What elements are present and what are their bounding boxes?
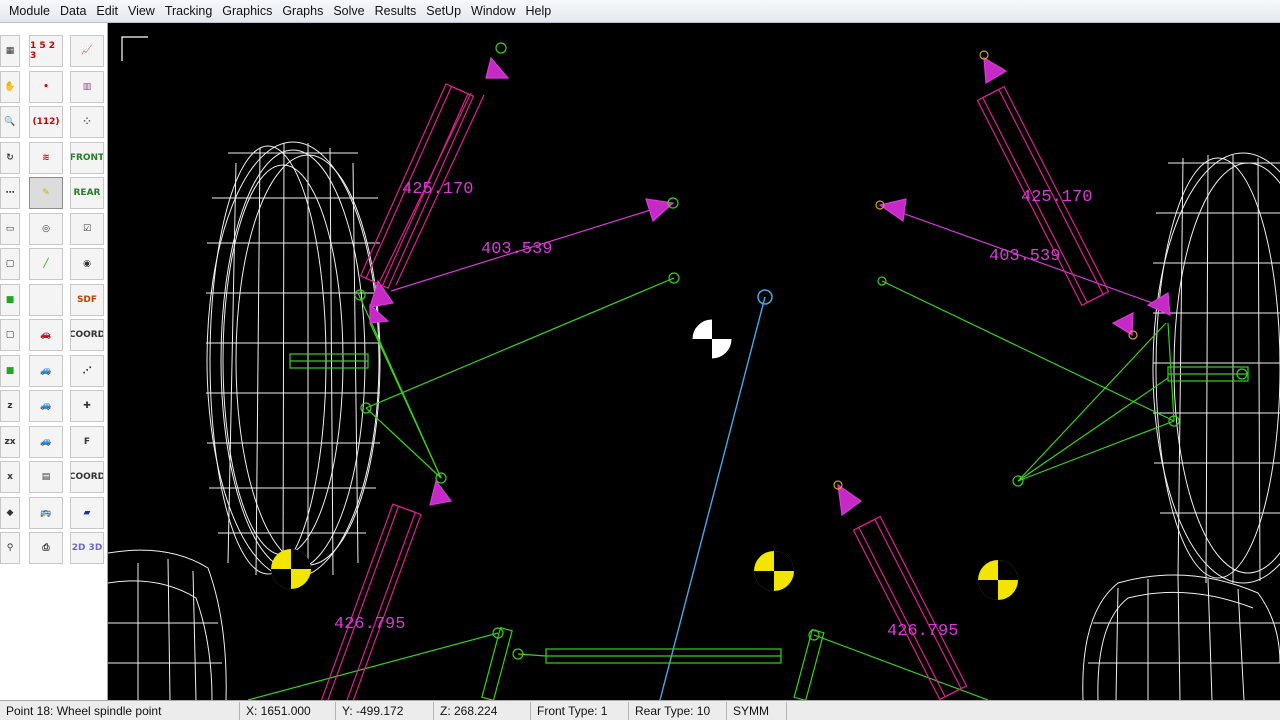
rear-suspension-links[interactable] xyxy=(247,626,989,700)
menu-tracking[interactable]: Tracking xyxy=(160,0,217,23)
left-rear-damper[interactable] xyxy=(320,503,422,700)
cg-marker-left-icon[interactable] xyxy=(271,549,311,589)
right-control-arms[interactable] xyxy=(877,276,1249,487)
film-icon[interactable]: ▤ xyxy=(29,461,63,493)
menu-data[interactable]: Data xyxy=(55,0,91,23)
right-rear-damper[interactable] xyxy=(852,515,968,700)
menu-help[interactable]: Help xyxy=(521,0,557,23)
2d-3d-icon[interactable]: 2D 3D xyxy=(70,532,104,564)
pencil-icon[interactable]: ✎ xyxy=(29,177,63,209)
x-axis-icon[interactable]: x xyxy=(0,461,20,493)
suspension-wireframe-view[interactable]: 425.170 403.539 425.170 403.539 426.795 … xyxy=(108,23,1280,700)
dimension-label-right-spring: 425.170 xyxy=(1021,188,1092,207)
cg-marker-center-icon[interactable] xyxy=(754,551,794,591)
vehicle-front-icon[interactable]: 🚌 xyxy=(29,496,63,529)
menu-edit[interactable]: Edit xyxy=(91,0,123,23)
checklist-icon[interactable]: ☑ xyxy=(70,212,104,245)
left-front-tire-wireframe xyxy=(206,141,381,579)
right-rear-tire-wireframe xyxy=(1082,574,1280,700)
car-3-icon[interactable]: 🚙 xyxy=(29,425,63,458)
car-icon[interactable]: 🚙 xyxy=(29,354,63,387)
cube-icon[interactable]: ▢ xyxy=(0,319,20,351)
status-front-type: Front Type: 1 xyxy=(531,701,629,720)
cube-green-2-icon[interactable]: ■ xyxy=(0,354,20,387)
blank-icon[interactable] xyxy=(29,283,63,316)
menu-module[interactable]: Module xyxy=(4,0,55,23)
f-icon[interactable]: F xyxy=(70,425,104,458)
rotate-icon[interactable]: ↻ xyxy=(0,141,20,174)
cube-green-icon[interactable]: ■ xyxy=(0,283,20,316)
menu-graphics[interactable]: Graphics xyxy=(217,0,277,23)
cg-marker-vehicle-icon[interactable] xyxy=(691,318,733,360)
print-icon[interactable]: ⎙ xyxy=(29,532,63,564)
menu-setup[interactable]: SetUp xyxy=(421,0,466,23)
graphics-viewport[interactable]: 425.170 403.539 425.170 403.539 426.795 … xyxy=(108,23,1280,700)
status-point: Point 18: Wheel spindle point xyxy=(0,701,240,720)
tool-palette: ▦ ✋ 🔍 ↻ ⋯ ▭ ▢ ■ ▢ ■ z zx x ◆ ⚲ 1 5 2 3 • (112) ≋ ✎ ◎ ╱ 🚗 🚙 🚙 🚙 ▤ 🚌 ⎙… xyxy=(0,23,108,700)
zx-axis-icon[interactable]: zx xyxy=(0,425,20,458)
left-rear-tire-wireframe xyxy=(108,549,227,700)
zoom-icon[interactable]: 🔍 xyxy=(0,106,20,138)
dimension-label-right-rear: 426.795 xyxy=(887,622,958,641)
status-rear-type: Rear Type: 10 xyxy=(629,701,727,720)
menu-solve[interactable]: Solve xyxy=(328,0,369,23)
car-red-icon[interactable]: 🚗 xyxy=(29,319,63,351)
menu-bar: Module Data Edit View Tracking Graphics Graphs… xyxy=(0,0,1280,23)
dimension-label-left-rear: 426.795 xyxy=(334,615,405,634)
numbers-icon[interactable]: 1 5 2 3 xyxy=(29,35,63,67)
menu-graphs[interactable]: Graphs xyxy=(277,0,328,23)
spring-icon[interactable]: ≋ xyxy=(29,141,63,174)
z-axis-icon[interactable]: z xyxy=(0,390,20,422)
coord-file-icon[interactable]: COORD xyxy=(70,461,104,493)
view-corner-marker xyxy=(121,36,148,61)
panel-icon[interactable]: ▭ xyxy=(0,212,20,245)
wheel-icon[interactable]: ◎ xyxy=(29,212,63,245)
scatter-icon[interactable]: ⁘ xyxy=(70,106,104,138)
status-bar: Point 18: Wheel spindle point X: 1651.00… xyxy=(0,700,1280,720)
wrench-icon[interactable]: ⚲ xyxy=(0,532,20,564)
hand-icon[interactable]: ✋ xyxy=(0,70,20,103)
dots-icon[interactable]: ⋯ xyxy=(0,177,20,209)
point-icon[interactable]: • xyxy=(29,70,63,103)
status-x-coordinate: X: 1651.000 xyxy=(240,701,336,720)
menu-view[interactable]: View xyxy=(123,0,160,23)
chart-icon[interactable]: ▥ xyxy=(70,70,104,103)
dimension-label-left-arrow: 403.539 xyxy=(481,240,552,259)
graph-icon[interactable]: 📈 xyxy=(70,35,104,67)
front-icon[interactable]: FRONT xyxy=(70,141,104,174)
diagonal-icon[interactable]: ⋰ xyxy=(70,354,104,387)
plus-points-icon[interactable]: ✚ xyxy=(70,390,104,422)
menu-results[interactable]: Results xyxy=(370,0,422,23)
cube-outline-icon[interactable]: ▢ xyxy=(0,248,20,280)
car-2-icon[interactable]: 🚙 xyxy=(29,390,63,422)
dimension-label-left-spring: 425.170 xyxy=(402,180,473,199)
tire-icon[interactable]: ◉ xyxy=(70,248,104,280)
left-control-arms[interactable] xyxy=(289,272,680,484)
coords-icon[interactable]: (112) xyxy=(29,106,63,138)
coord-icon[interactable]: COORD xyxy=(70,319,104,351)
right-front-tire-wireframe xyxy=(1152,152,1280,584)
rear-icon[interactable]: REAR xyxy=(70,177,104,209)
link-icon[interactable]: ╱ xyxy=(29,248,63,280)
view-icon[interactable]: ◆ xyxy=(0,496,20,529)
cg-marker-right-icon[interactable] xyxy=(978,560,1018,600)
layers-icon[interactable]: ▰ xyxy=(70,496,104,529)
status-y-coordinate: Y: -499.172 xyxy=(336,701,434,720)
status-symm: SYMM xyxy=(727,701,787,720)
partial-icon[interactable]: ▦ xyxy=(0,35,20,67)
status-z-coordinate: Z: 268.224 xyxy=(434,701,531,720)
menu-window[interactable]: Window xyxy=(466,0,520,23)
sdf-icon[interactable]: SDF xyxy=(70,283,104,316)
dimension-label-right-arrow: 403.539 xyxy=(989,247,1060,266)
force-arrows xyxy=(369,42,1171,517)
